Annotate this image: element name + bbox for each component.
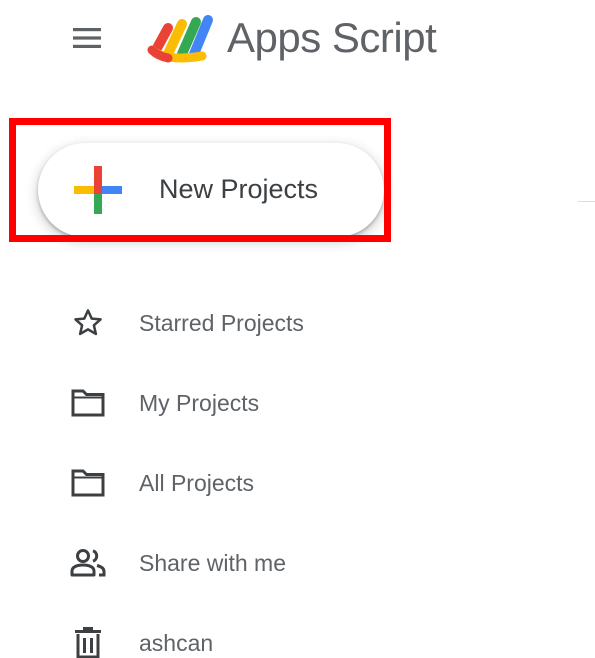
sidebar-item-label: ashcan bbox=[139, 630, 214, 656]
trash-icon bbox=[68, 625, 108, 658]
sidebar-item-share-with-me[interactable]: Share with me bbox=[40, 523, 560, 603]
new-project-button[interactable]: New Projects bbox=[38, 143, 384, 237]
apps-script-page: Apps Script New Projects Starred Project… bbox=[0, 0, 595, 658]
sidebar-item-label: My Projects bbox=[139, 390, 260, 416]
folder-icon bbox=[68, 465, 108, 501]
sidebar-item-label: Share with me bbox=[139, 550, 287, 576]
folder-icon bbox=[68, 385, 108, 421]
hamburger-menu-icon bbox=[73, 28, 101, 48]
plus-icon bbox=[74, 166, 122, 214]
sidebar-item-starred-projects[interactable]: Starred Projects bbox=[40, 283, 560, 363]
sidebar-item-label: Starred Projects bbox=[139, 310, 304, 336]
star-icon bbox=[68, 305, 108, 341]
apps-script-logo-icon[interactable] bbox=[146, 10, 216, 64]
main-menu-button[interactable] bbox=[64, 18, 110, 58]
sidebar-item-ashcan[interactable]: ashcan bbox=[40, 603, 560, 658]
app-title: Apps Script bbox=[227, 14, 437, 61]
sidebar-item-label: All Projects bbox=[139, 470, 255, 496]
sidebar-item-my-projects[interactable]: My Projects bbox=[40, 363, 560, 443]
header-divider bbox=[578, 201, 595, 202]
new-project-label: New Projects bbox=[159, 174, 319, 204]
people-icon bbox=[68, 545, 108, 581]
sidebar-item-all-projects[interactable]: All Projects bbox=[40, 443, 560, 523]
